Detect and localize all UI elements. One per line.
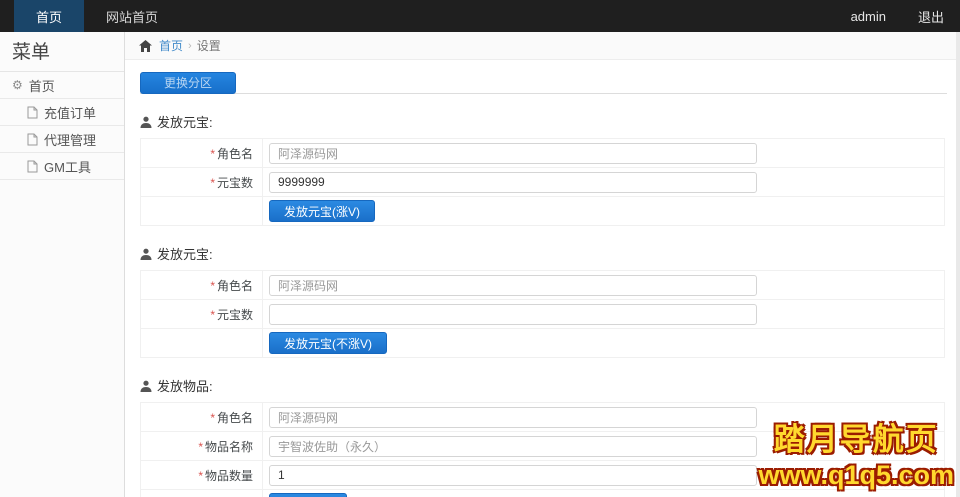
required-mark: * xyxy=(210,175,215,190)
table-row: * 元宝数 xyxy=(140,299,945,329)
required-mark: * xyxy=(198,439,203,454)
sidebar-title: 菜单 xyxy=(0,32,124,72)
yuanbao-count-input[interactable] xyxy=(269,171,757,193)
change-zone-button[interactable]: 更换分区 xyxy=(140,72,237,94)
field-label-role-name: 角色名 xyxy=(216,278,253,293)
section-grant-yuanbao-novip: 发放元宝: *角色名 *元宝数 发放元宝(不涨V) xyxy=(140,244,947,358)
breadcrumb-home-link[interactable]: 首页 xyxy=(159,37,183,54)
table-row: * 元宝数 xyxy=(140,167,945,197)
sidebar-item-gm-tools[interactable]: GM工具 xyxy=(0,153,124,180)
nav-tab-site-home[interactable]: 网站首页 xyxy=(84,0,180,32)
required-mark: * xyxy=(210,146,215,161)
role-name-input[interactable] xyxy=(269,406,757,428)
sidebar-item-recharge-orders[interactable]: 充值订单 xyxy=(0,99,124,126)
field-label-item-quantity: 物品数量 xyxy=(204,468,253,483)
gear-icon: ⚙ xyxy=(12,78,23,92)
top-navbar: 首页 网站首页 admin 退出 xyxy=(0,0,960,32)
section-grant-yuanbao-vip: 发放元宝: *角色名 *元宝数 发放元宝(涨V) xyxy=(140,112,947,226)
section-title: 发放物品: xyxy=(140,376,947,395)
role-name-input[interactable] xyxy=(269,274,757,296)
item-quantity-input[interactable] xyxy=(269,464,757,486)
table-row: * 角色名 xyxy=(140,270,945,300)
sidebar: 菜单 ⚙ 首页 充值订单 代理管理 GM工具 xyxy=(0,32,125,497)
doc-icon xyxy=(27,106,38,119)
section-title-text: 发放元宝: xyxy=(157,247,213,262)
form-table: *角色名 *元宝数 发放元宝(不涨V) xyxy=(140,270,945,358)
grant-yuanbao-novip-button[interactable]: 发放元宝(不涨V) xyxy=(269,332,387,354)
sidebar-item-label: GM工具 xyxy=(44,159,91,175)
logout-button[interactable]: 退出 xyxy=(902,0,960,32)
grant-yuanbao-vip-button[interactable]: 发放元宝(涨V) xyxy=(269,200,375,222)
person-icon xyxy=(140,116,152,128)
sidebar-item-home[interactable]: ⚙ 首页 xyxy=(0,72,124,99)
nav-tab-home[interactable]: 首页 xyxy=(14,0,85,32)
field-label-item-name: 物品名称 xyxy=(204,439,253,454)
main-content: 更换分区 发放元宝: *角色名 *元宝数 发放元宝(涨V) 发放元宝: xyxy=(125,60,960,497)
table-row: 发放元宝(涨V) xyxy=(140,196,945,226)
doc-icon xyxy=(27,133,38,146)
zone-tabstrip: 更换分区 xyxy=(140,72,947,94)
person-icon xyxy=(140,380,152,392)
section-title-text: 发放物品: xyxy=(157,379,213,394)
table-row: 发放物品 xyxy=(140,489,945,497)
breadcrumb-current: 设置 xyxy=(196,39,221,53)
sidebar-item-label: 首页 xyxy=(28,78,55,94)
sidebar-item-label: 代理管理 xyxy=(44,132,97,148)
item-name-input[interactable] xyxy=(269,435,757,457)
field-label-yuanbao-count: 元宝数 xyxy=(216,175,253,190)
section-title: 发放元宝: xyxy=(140,244,947,263)
person-icon xyxy=(140,248,152,260)
section-title: 发放元宝: xyxy=(140,112,947,131)
table-row: * 物品名称 xyxy=(140,431,945,461)
yuanbao-count-input[interactable] xyxy=(269,303,757,325)
scrollbar[interactable] xyxy=(956,32,960,497)
sidebar-item-agent-management[interactable]: 代理管理 xyxy=(0,126,124,153)
doc-icon xyxy=(27,160,38,173)
section-grant-items: 发放物品: *角色名 *物品名称 *物品数量 发放物品 xyxy=(140,376,947,497)
sidebar-item-label: 充值订单 xyxy=(44,105,97,121)
field-label-yuanbao-count: 元宝数 xyxy=(216,307,253,322)
form-table: *角色名 *元宝数 发放元宝(涨V) xyxy=(140,138,945,226)
section-title-text: 发放元宝: xyxy=(157,115,213,130)
breadcrumb-separator: › xyxy=(188,39,192,52)
field-label-role-name: 角色名 xyxy=(216,146,253,161)
required-mark: * xyxy=(210,410,215,425)
form-table: *角色名 *物品名称 *物品数量 发放物品 xyxy=(140,402,945,497)
nav-username[interactable]: admin xyxy=(835,0,902,32)
required-mark: * xyxy=(210,278,215,293)
required-mark: * xyxy=(198,468,203,483)
table-row: * 角色名 xyxy=(140,138,945,168)
role-name-input[interactable] xyxy=(269,142,757,164)
field-label-role-name: 角色名 xyxy=(216,410,253,425)
breadcrumb: 首页 › 设置 xyxy=(125,32,960,60)
table-row: 发放元宝(不涨V) xyxy=(140,328,945,358)
required-mark: * xyxy=(210,307,215,322)
table-row: * 物品数量 xyxy=(140,460,945,490)
grant-item-button[interactable]: 发放物品 xyxy=(269,493,348,497)
table-row: * 角色名 xyxy=(140,402,945,432)
home-icon xyxy=(139,39,152,52)
